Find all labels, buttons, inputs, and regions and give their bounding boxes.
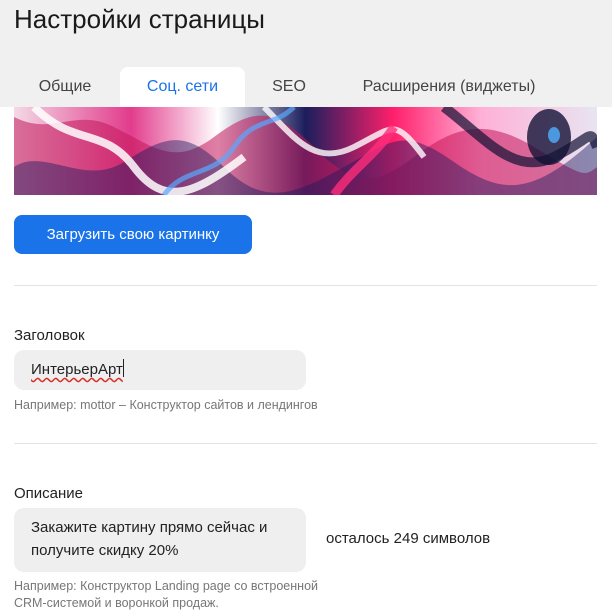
section-divider	[14, 285, 597, 286]
title-input-value: ИнтерьерАрт	[31, 361, 123, 378]
page-header: Настройки страницы Общие Соц. сети SEO Р…	[0, 0, 612, 107]
description-hint-line: CRM-системой и воронкой продаж.	[14, 596, 219, 610]
character-counter: осталось 249 символов	[326, 530, 491, 547]
page-title: Настройки страницы	[14, 4, 265, 34]
description-label: Описание	[14, 485, 84, 502]
title-hint: Например: mottor – Конструктор сайтов и …	[14, 398, 318, 412]
title-input[interactable]: ИнтерьерАрт	[14, 350, 306, 390]
tab-extensions[interactable]: Расширения (виджеты)	[340, 67, 558, 107]
tab-seo[interactable]: SEO	[253, 67, 325, 107]
description-textarea[interactable]: Закажите картину прямо сейчас и получите…	[14, 508, 306, 572]
cover-image-art	[14, 107, 597, 195]
section-divider	[14, 443, 597, 444]
description-hint-line: Например: Конструктор Landing page со вс…	[14, 579, 318, 593]
title-label: Заголовок	[14, 327, 85, 344]
description-line: получите скидку 20%	[31, 542, 179, 559]
description-hint: Например: Конструктор Landing page со вс…	[14, 578, 318, 612]
upload-image-button[interactable]: Загрузить свою картинку	[14, 215, 252, 254]
description-line: Закажите картину прямо сейчас и	[31, 519, 268, 536]
tab-general[interactable]: Общие	[20, 67, 110, 107]
cover-image	[14, 107, 597, 195]
text-cursor	[122, 359, 124, 377]
tab-social[interactable]: Соц. сети	[120, 67, 245, 107]
